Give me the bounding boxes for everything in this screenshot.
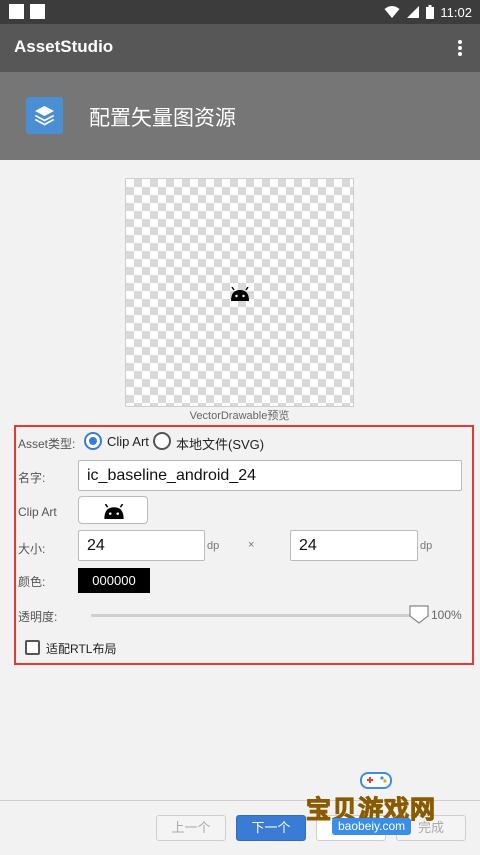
name-input[interactable]: ic_baseline_android_24 (78, 460, 462, 491)
battery-icon (426, 5, 435, 19)
notification-icon (30, 4, 45, 19)
radio-clip-art-label[interactable]: Clip Art (107, 434, 149, 449)
app-title: AssetStudio (14, 37, 114, 56)
prev-button[interactable]: 上一个 (156, 815, 226, 841)
gamepad-icon (360, 772, 392, 789)
next-button[interactable]: 下一个 (236, 815, 306, 841)
android-icon (104, 504, 124, 519)
color-button[interactable]: 000000 (78, 568, 150, 593)
status-bar: 11:02 (0, 0, 480, 24)
color-label: 颜色: (18, 575, 46, 589)
opacity-slider-track[interactable] (91, 614, 429, 617)
header-banner (0, 72, 480, 160)
height-input[interactable]: 24 (290, 530, 418, 561)
radio-local-svg[interactable] (153, 432, 171, 450)
page-title: 配置矢量图资源 (89, 106, 236, 130)
times-sign: × (248, 539, 255, 551)
width-input[interactable]: 24 (78, 530, 205, 561)
vector-preview (125, 178, 354, 407)
rtl-checkbox[interactable] (25, 640, 40, 655)
height-unit: dp (420, 540, 433, 552)
watermark-url: baobeiy.com (332, 818, 412, 835)
layers-icon (26, 97, 63, 134)
rtl-label[interactable]: 适配RTL布局 (46, 640, 116, 657)
preview-caption: VectorDrawable预览 (189, 410, 290, 422)
app-bar: AssetStudio (0, 24, 480, 72)
signal-icon (407, 6, 420, 18)
overflow-menu-icon[interactable] (452, 38, 468, 58)
status-icons: 11:02 (384, 3, 472, 21)
opacity-value: 100% (431, 608, 462, 622)
opacity-label: 透明度: (18, 610, 58, 624)
android-icon (231, 287, 249, 301)
status-time: 11:02 (440, 4, 472, 20)
size-label: 大小: (18, 542, 46, 556)
asset-type-label: Asset类型: (18, 437, 76, 451)
opacity-slider-thumb[interactable] (409, 605, 429, 624)
width-unit: dp (207, 540, 220, 552)
asset-form: Asset类型: Clip Art 本地文件(SVG) 名字: ic_basel… (14, 425, 474, 665)
clip-art-label: Clip Art (18, 505, 57, 519)
notification-icon (9, 4, 24, 19)
watermark: 宝贝游戏网 baobeiy.com (305, 768, 476, 840)
radio-local-svg-label[interactable]: 本地文件(SVG) (176, 434, 264, 453)
wifi-icon (384, 6, 400, 18)
radio-clip-art[interactable] (84, 432, 102, 450)
name-label: 名字: (18, 471, 46, 485)
clip-art-button[interactable] (78, 496, 148, 524)
